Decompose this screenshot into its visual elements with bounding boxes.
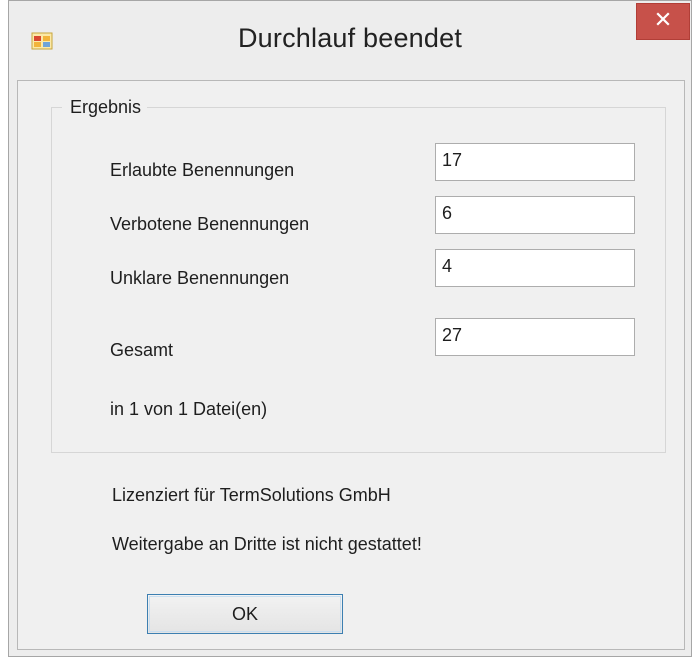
allowed-terms-field[interactable]: 17 xyxy=(435,143,635,181)
close-button[interactable] xyxy=(636,3,690,40)
total-label: Gesamt xyxy=(110,340,174,360)
forbidden-terms-field[interactable]: 6 xyxy=(435,196,635,234)
close-icon xyxy=(656,12,670,31)
files-count-text: in 1 von 1 Datei(en) xyxy=(110,399,268,419)
forbidden-terms-label: Verbotene Benennungen xyxy=(110,214,310,234)
unclear-terms-field[interactable]: 4 xyxy=(435,249,635,287)
title-bar[interactable]: Durchlauf beendet xyxy=(9,1,691,81)
dialog-content: Ergebnis Erlaubte Benennungen 17 Verbote… xyxy=(17,80,685,650)
groupbox-title: Ergebnis xyxy=(62,97,148,118)
result-groupbox: Ergebnis Erlaubte Benennungen 17 Verbote… xyxy=(51,97,666,453)
ok-button[interactable]: OK xyxy=(147,594,343,634)
license-text: Lizenziert für TermSolutions GmbH xyxy=(112,485,391,505)
dialog-window: Durchlauf beendet Ergebnis Erlaubte Bene… xyxy=(8,0,692,657)
total-field[interactable]: 27 xyxy=(435,318,635,356)
distribution-notice: Weitergabe an Dritte ist nicht gestattet… xyxy=(112,534,422,554)
window-title: Durchlauf beendet xyxy=(237,23,463,53)
allowed-terms-label: Erlaubte Benennungen xyxy=(110,160,295,180)
unclear-terms-label: Unklare Benennungen xyxy=(110,268,290,288)
